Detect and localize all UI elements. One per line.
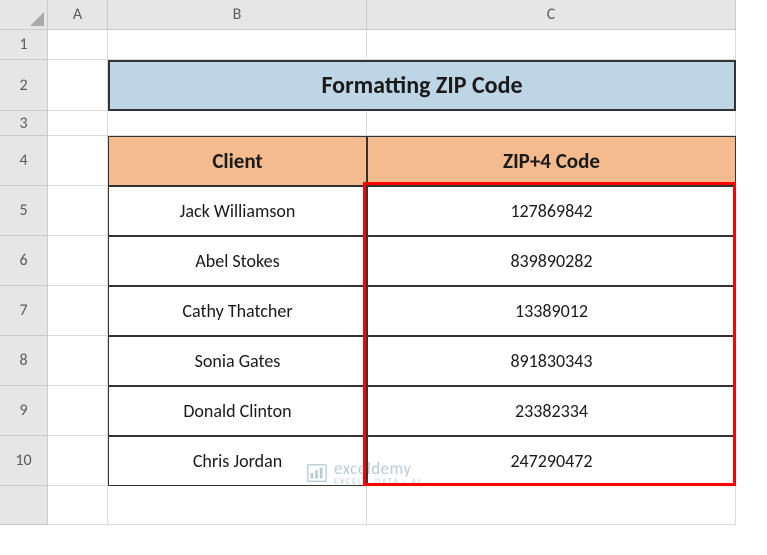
cell-client-6[interactable]: Abel Stokes <box>108 236 367 286</box>
cell-a10[interactable] <box>48 436 108 486</box>
cell-a2[interactable] <box>48 60 108 111</box>
spreadsheet-grid: A B C 1 2 Formatting ZIP Code 3 4 Client… <box>0 0 767 525</box>
cell-zip-10[interactable]: 247290472 <box>367 436 736 486</box>
cell-zip-6[interactable]: 839890282 <box>367 236 736 286</box>
cell-a6[interactable] <box>48 236 108 286</box>
cell-a1[interactable] <box>48 30 108 60</box>
cell-zip-7[interactable]: 13389012 <box>367 286 736 336</box>
cell-a11[interactable] <box>48 486 108 525</box>
col-header-c[interactable]: C <box>367 0 736 30</box>
row-header-5[interactable]: 5 <box>0 186 48 236</box>
row-header-7[interactable]: 7 <box>0 286 48 336</box>
cell-client-7[interactable]: Cathy Thatcher <box>108 286 367 336</box>
cell-client-8[interactable]: Sonia Gates <box>108 336 367 386</box>
row-header-8[interactable]: 8 <box>0 336 48 386</box>
row-header-9[interactable]: 9 <box>0 386 48 436</box>
cell-c1[interactable] <box>367 30 736 60</box>
row-header-2[interactable]: 2 <box>0 60 48 111</box>
select-all-corner[interactable] <box>0 0 48 30</box>
row-header-10[interactable]: 10 <box>0 436 48 486</box>
cell-zip-9[interactable]: 23382334 <box>367 386 736 436</box>
cell-zip-8[interactable]: 891830343 <box>367 336 736 386</box>
header-client[interactable]: Client <box>108 136 367 186</box>
cell-client-10[interactable]: Chris Jordan <box>108 436 367 486</box>
cell-a9[interactable] <box>48 386 108 436</box>
cell-b3[interactable] <box>108 111 367 136</box>
row-header-1[interactable]: 1 <box>0 30 48 60</box>
cell-a4[interactable] <box>48 136 108 186</box>
cell-b11[interactable] <box>108 486 367 525</box>
cell-client-9[interactable]: Donald Clinton <box>108 386 367 436</box>
cell-a5[interactable] <box>48 186 108 236</box>
cell-zip-5[interactable]: 127869842 <box>367 186 736 236</box>
cell-client-5[interactable]: Jack Williamson <box>108 186 367 236</box>
row-header-4[interactable]: 4 <box>0 136 48 186</box>
cell-b1[interactable] <box>108 30 367 60</box>
header-zip[interactable]: ZIP+4 Code <box>367 136 736 186</box>
col-header-b[interactable]: B <box>108 0 367 30</box>
cell-a3[interactable] <box>48 111 108 136</box>
col-header-a[interactable]: A <box>48 0 108 30</box>
row-header-6[interactable]: 6 <box>0 236 48 286</box>
cell-c3[interactable] <box>367 111 736 136</box>
cell-a7[interactable] <box>48 286 108 336</box>
cell-c11[interactable] <box>367 486 736 525</box>
row-header-11[interactable] <box>0 486 48 525</box>
row-header-3[interactable]: 3 <box>0 111 48 136</box>
title-cell[interactable]: Formatting ZIP Code <box>108 60 736 111</box>
cell-a8[interactable] <box>48 336 108 386</box>
